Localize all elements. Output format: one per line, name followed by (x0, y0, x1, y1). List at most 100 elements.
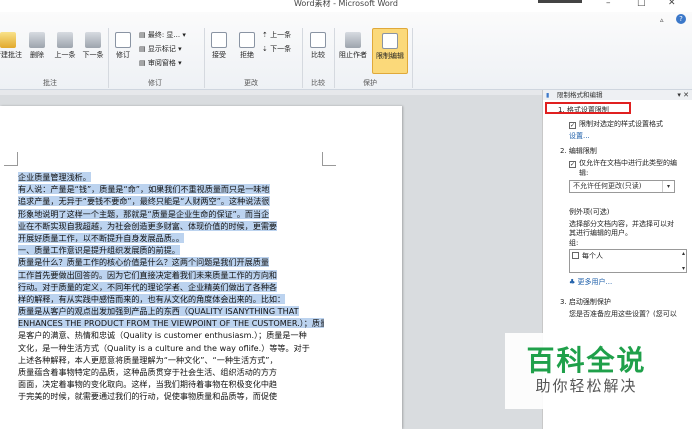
document-line[interactable]: 是客户的满意、热情和忠诚（Quality is customer enthusi… (18, 329, 324, 341)
document-line[interactable]: 于完美的时候，就需要通过我们的行动，促使事物质量和品质等，而促使 (18, 390, 324, 402)
track-changes-button[interactable]: 修订 (112, 32, 134, 60)
display-icon: ▤ (139, 31, 148, 39)
checkbox-icon (572, 252, 579, 259)
exceptions-desc-2: 其进行编辑的用户。 (569, 229, 632, 237)
document-line[interactable]: 追求产量，无异于“要钱不要命”，最终只能是“人财两空”。这种说法很 (18, 195, 324, 207)
watermark-title: 百科全说 (526, 344, 647, 377)
separator (334, 28, 335, 88)
changes-group-label: 更改 (244, 79, 258, 87)
scroll-up-icon[interactable]: ▴ (682, 250, 685, 257)
margin-corner-left (4, 152, 18, 166)
track-changes-icon (115, 32, 131, 48)
section2-title: 2. 编辑限制 (560, 147, 597, 155)
document-line[interactable]: 面面，决定着事物的变化取向。这样，当我们期待着事物在积极变化中趋 (18, 378, 324, 390)
format-settings-link[interactable]: 设置... (569, 131, 590, 141)
users-icon: ♣ (569, 278, 578, 286)
accept-icon (211, 32, 227, 48)
title-bar: Word素材 - Microsoft Word – □ ✕ (0, 0, 692, 12)
document-line[interactable]: 质量蕴含着事物特定的品质，这种品质贯穿于社会生活、组织活动的方方 (18, 366, 324, 378)
checkbox-checked-icon: ✓ (569, 122, 576, 129)
window-title: Word素材 - Microsoft Word (293, 0, 399, 8)
prev-comment-icon (57, 32, 73, 48)
collapse-ribbon-icon[interactable]: ▵ (660, 16, 664, 24)
document-line[interactable]: 工作首先要做出回答的。因为它们直接决定着我们未来质量工作的方向和 (18, 269, 324, 281)
restrict-editing-button[interactable]: 限制编辑 (372, 28, 408, 74)
groups-label: 组: (569, 239, 579, 247)
separator (108, 28, 109, 88)
separator (302, 28, 303, 88)
format-restriction-checkbox[interactable]: ✓ 限制对选定的样式设置格式 (569, 119, 663, 129)
next-change-icon: ⇣ (262, 45, 271, 53)
edit-restriction-checkbox[interactable]: ✓ 仅允许在文档中进行此类型的编 (569, 158, 677, 168)
delete-comment-button[interactable]: 删除 (26, 32, 48, 60)
protect-group-label: 保护 (363, 79, 377, 87)
title-scroll-indicator (538, 0, 582, 3)
prev-comment-button[interactable]: 上一条 (52, 32, 78, 60)
document-line[interactable]: 上述各种解释，本人更愿意将质量理解为“一种文化”、“一种生活方式”， (18, 354, 324, 366)
prev-change-button[interactable]: ⇡ 上一条 (262, 30, 291, 40)
document-line[interactable]: 企业质量管理浅析。 (18, 171, 324, 183)
document-line[interactable]: 有人说：产量是“钱”，质量是“命”，如果我们不重视质量而只是一味地 (18, 183, 324, 195)
compare-group-label: 比较 (311, 79, 325, 87)
document-line[interactable]: 一、质量工作意识是提升组织发展质的前提。 (18, 244, 324, 256)
highlight-box (545, 102, 631, 114)
section3-desc: 您是否准备应用这些设置？(您可以 (569, 310, 677, 318)
document-line[interactable]: 形象地说明了这样一个主题，那就是“质量是企业生命的保证”。而当企 (18, 208, 324, 220)
more-users-link[interactable]: ♣ 更多用户... (569, 277, 612, 287)
prev-change-icon: ⇡ (262, 31, 271, 39)
display-for-review-dropdown[interactable]: ▤ 最终: 显... ▾ (139, 30, 186, 40)
document-line[interactable]: ENHANCES THE PRODUCT FROM THE VIEWPOINT … (18, 317, 324, 329)
reject-button[interactable]: 拒绝 (234, 32, 260, 60)
next-comment-button[interactable]: 下一条 (80, 32, 106, 60)
reject-icon (239, 32, 255, 48)
help-icon[interactable]: ? (676, 14, 686, 24)
minimize-button[interactable]: – (606, 0, 611, 8)
block-authors-button[interactable]: 阻止作者 (336, 32, 370, 60)
document-line[interactable]: 质量是从客户的观点出发加强到产品上的东西（QUALITY ISANYTHING … (18, 305, 324, 317)
new-comment-icon (0, 32, 16, 48)
close-button[interactable]: ✕ (668, 0, 676, 8)
maximize-button[interactable]: □ (637, 0, 646, 8)
editing-type-select[interactable]: 不允许任何更改(只读) ▾ (569, 180, 675, 193)
checkbox-checked-icon: ✓ (569, 161, 576, 168)
show-markup-dropdown[interactable]: ▤ 显示标记 ▾ (139, 44, 182, 54)
document-line[interactable]: 文化，是一种生活方式（Quality is a culture and the … (18, 342, 324, 354)
document-line[interactable]: 行动。对于质量的定义，不同年代的理论学者、企业精英们做出了各种各 (18, 281, 324, 293)
document-line[interactable]: 质量是什么？质量工作的核心价值是什么？这两个问题是我们开展质量 (18, 256, 324, 268)
reviewing-pane-dropdown[interactable]: ▤ 审阅窗格 ▾ (139, 58, 182, 68)
reviewing-pane-icon: ▤ (139, 59, 148, 67)
block-authors-icon (345, 32, 361, 48)
pane-header: 限制格式和编辑 ▾ ✕ (543, 90, 692, 100)
tracking-group-label: 修订 (148, 79, 162, 87)
pane-close-button[interactable]: ▾ ✕ (677, 90, 689, 100)
next-comment-icon (85, 32, 101, 48)
separator (204, 28, 205, 88)
next-change-button[interactable]: ⇣ 下一条 (262, 44, 291, 54)
exceptions-title: 例外项(可选) (569, 208, 610, 216)
groups-listbox[interactable]: 每个人 ▴ ▾ (569, 249, 687, 273)
delete-comment-icon (29, 32, 45, 48)
accept-button[interactable]: 接受 (206, 32, 232, 60)
pane-grip-icon[interactable]: ▮ (546, 92, 549, 99)
scroll-down-icon[interactable]: ▾ (682, 265, 685, 272)
ruler (0, 90, 542, 95)
everyone-checkbox[interactable]: 每个人 (572, 251, 603, 261)
watermark-logo: 百科全说 助你轻松解决 (505, 333, 668, 409)
document-line[interactable]: 业在不断实现自我超越，为社会创造更多财富、体现价值的时候，更需要 (18, 220, 324, 232)
document-line[interactable]: 样的解释，有从实践中感悟而来的，也有从文化的角度体会出来的。比如： (18, 293, 324, 305)
chevron-down-icon: ▾ (662, 181, 674, 192)
compare-icon (310, 32, 326, 48)
markup-icon: ▤ (139, 45, 148, 53)
margin-corner-right (322, 152, 336, 166)
document-text[interactable]: 企业质量管理浅析。 有人说：产量是“钱”，质量是“命”，如果我们不重视质量而只是一… (18, 171, 324, 403)
new-comment-button[interactable]: 新建批注 (0, 32, 22, 60)
comments-group-label: 批注 (43, 79, 57, 87)
compare-button[interactable]: 比较 (306, 32, 330, 60)
ribbon: ▵ ? 新建批注 删除 上一条 下一条 批注 修订 ▤ 最终: 显... ▾ ▤… (0, 12, 692, 90)
separator (412, 28, 413, 88)
pane-title: 限制格式和编辑 (557, 91, 603, 99)
watermark-subtitle: 助你轻松解决 (535, 377, 638, 395)
section3-title: 3. 启动强制保护 (560, 298, 611, 306)
document-line[interactable]: 开展好质量工作，以不断提升自身发展品质。。 (18, 232, 324, 244)
edit-restriction-label: 辑: (579, 169, 589, 177)
